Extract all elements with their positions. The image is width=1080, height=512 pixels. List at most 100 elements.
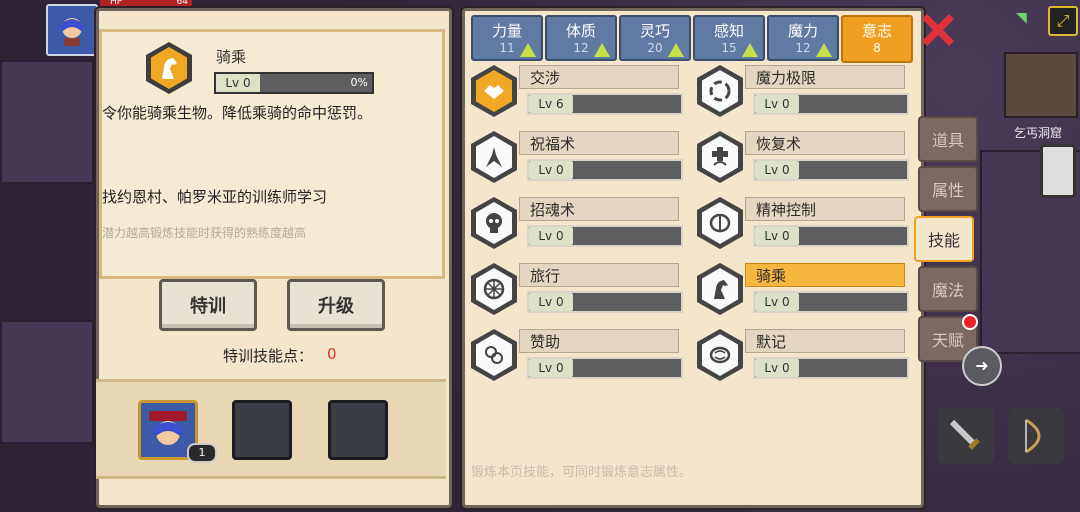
skill-level: Lv 0: [529, 293, 573, 311]
skill-description-box: 骑乘 Lv 0 0% 令你能骑乘生物。降低乘骑的命中惩罚。 找约恩村、帕罗米亚的…: [99, 29, 445, 279]
side-tab-items[interactable]: 道具: [918, 116, 978, 162]
skill-level-bar: Lv 0: [527, 225, 683, 247]
tab-strength[interactable]: 力量 11: [471, 15, 543, 61]
skill-level: Lv 0: [755, 227, 799, 245]
skill-level-bar: Lv 0: [753, 357, 909, 379]
skill-item[interactable]: 招魂术 Lv 0: [471, 197, 687, 255]
phone-icon[interactable]: [1040, 144, 1076, 198]
tab-perception[interactable]: 感知 15: [693, 15, 765, 61]
skull-icon: [486, 213, 502, 233]
skill-item[interactable]: 交涉 Lv 6: [471, 65, 687, 123]
skill-name: 祝福术: [519, 131, 679, 155]
potential-hint: 潜力越高锻炼技能时获得的熟练度越高: [102, 226, 307, 240]
wheel-icon: [483, 278, 505, 300]
skill-item[interactable]: 赞助 Lv 0: [471, 329, 687, 387]
skill-name: 交涉: [519, 65, 679, 89]
brain-icon: [709, 213, 731, 233]
skill-item[interactable]: 祝福术 Lv 0: [471, 131, 687, 189]
skill-level-badge: Lv 0: [216, 74, 260, 92]
skill-list: 交涉 Lv 6 魔力极限 Lv 0 祝福术 Lv 0 恢复术 Lv 0 招魂术 …: [465, 63, 921, 393]
horse-icon: [162, 58, 177, 79]
skill-name: 骑乘: [216, 48, 247, 66]
attr-name: 魔力: [787, 22, 818, 40]
skill-level-bar: Lv 0: [527, 291, 683, 313]
close-button[interactable]: [920, 12, 956, 48]
trainee-slot-1[interactable]: 1: [138, 400, 217, 463]
attr-name: 体质: [565, 22, 596, 40]
skill-level-bar: Lv 0: [527, 159, 683, 181]
skill-level: Lv 0: [529, 161, 573, 179]
skill-level-bar: Lv 0: [753, 93, 909, 115]
skill-icon-frame: [471, 65, 517, 117]
up-arrow-icon: [816, 43, 832, 57]
tab-dexterity[interactable]: 灵巧 20: [619, 15, 691, 61]
tab-magic[interactable]: 魔力 12: [767, 15, 839, 61]
skill-item[interactable]: 默记 Lv 0: [697, 329, 913, 387]
skill-level: Lv 0: [755, 293, 799, 311]
up-arrow-icon: [742, 43, 758, 57]
skill-name: 精神控制: [745, 197, 905, 221]
upgrade-button[interactable]: 升级: [287, 279, 385, 331]
hp-value: 64: [176, 0, 188, 7]
player-portrait[interactable]: [46, 4, 98, 56]
heal-cross-icon: [712, 147, 728, 166]
skill-name: 招魂术: [519, 197, 679, 221]
bow-button[interactable]: [1008, 408, 1064, 464]
selected-skill-icon: [146, 42, 192, 94]
side-tab-magic[interactable]: 魔法: [918, 266, 978, 312]
arrow-right-button[interactable]: ➜: [962, 346, 1002, 386]
skill-item[interactable]: 旅行 Lv 0: [471, 263, 687, 321]
skill-icon-frame: [471, 263, 517, 315]
skill-icon-frame: [697, 197, 743, 249]
skills-panel: 力量 11 体质 12 灵巧 20 感知 15 魔力 12 意志 8 交涉 Lv…: [462, 8, 924, 508]
skill-level: Lv 0: [755, 161, 799, 179]
brain-icon: [709, 346, 731, 364]
trainer-hint: 找约恩村、帕罗米亚的训练师学习: [102, 188, 328, 206]
skill-name: 默记: [745, 329, 905, 353]
side-tab-attributes[interactable]: 属性: [918, 166, 978, 212]
sword-button[interactable]: [938, 408, 994, 464]
skill-level-bar: Lv 6: [527, 93, 683, 115]
skill-item[interactable]: 精神控制 Lv 0: [697, 197, 913, 255]
skill-icon-frame: [471, 197, 517, 249]
skill-level: Lv 6: [529, 95, 573, 113]
fullscreen-button[interactable]: ⤢: [1048, 6, 1078, 36]
skill-level-bar: Lv 0: [527, 357, 683, 379]
train-button[interactable]: 特训: [159, 279, 257, 331]
attr-name: 力量: [491, 22, 522, 40]
skill-icon-frame: [697, 329, 743, 381]
slot-badge: 1: [187, 443, 217, 463]
side-tab-skills[interactable]: 技能: [914, 216, 974, 262]
attr-value: 8: [873, 41, 881, 55]
bow-icon: [1025, 418, 1041, 454]
skill-name: 旅行: [519, 263, 679, 287]
skill-icon-frame: [697, 65, 743, 117]
coins-icon: [485, 346, 503, 364]
wall-tile: [0, 320, 94, 444]
footer-hint: 锻炼本页技能，可同时锻炼意志属性。: [471, 465, 693, 480]
skill-icon-frame: [697, 263, 743, 315]
up-arrow-icon: [668, 43, 684, 57]
skill-level: Lv 0: [755, 95, 799, 113]
sword-icon: [949, 419, 980, 450]
tab-willpower[interactable]: 意志 8: [841, 15, 913, 63]
skill-level: Lv 0: [755, 359, 799, 377]
avatar-icon: [60, 18, 84, 46]
training-points-value: 0: [327, 345, 337, 363]
training-points-label: 特训技能点：: [223, 347, 314, 365]
skill-item[interactable]: 魔力极限 Lv 0: [697, 65, 913, 123]
skill-item[interactable]: 恢复术 Lv 0: [697, 131, 913, 189]
notification-dot: [962, 314, 978, 330]
wifi-icon: ◥: [1016, 10, 1027, 26]
skill-icon-frame: [697, 131, 743, 183]
tab-constitution[interactable]: 体质 12: [545, 15, 617, 61]
skill-description: 令你能骑乘生物。降低乘骑的命中惩罚。: [102, 104, 373, 122]
minimap[interactable]: [1004, 52, 1078, 118]
attr-name: 灵巧: [639, 22, 670, 40]
skill-icon-frame: [471, 131, 517, 183]
trainee-slot-3[interactable]: [328, 400, 388, 460]
trainee-slot-2[interactable]: [232, 400, 292, 460]
skill-name: 魔力极限: [745, 65, 905, 89]
horse-icon: [714, 280, 728, 299]
skill-item-selected[interactable]: 骑乘 Lv 0: [697, 263, 913, 321]
